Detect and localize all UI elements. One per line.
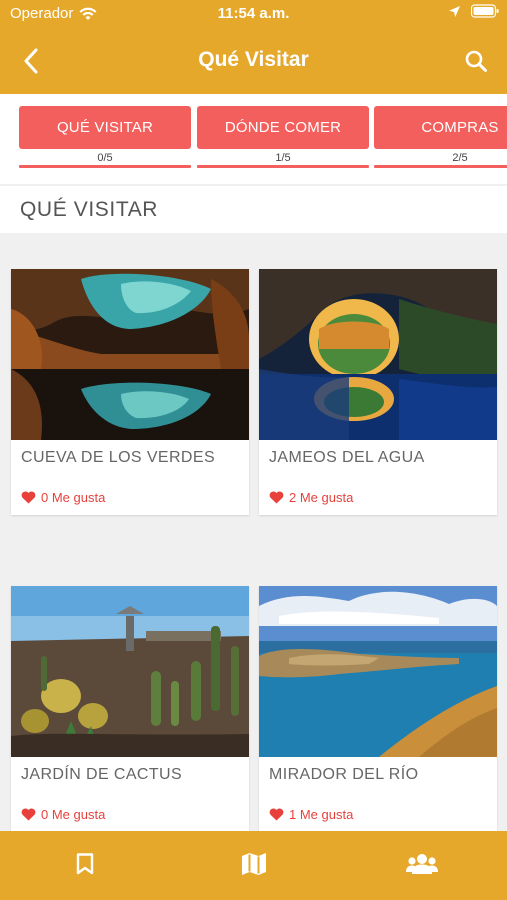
like-count: 0 Me gusta [41,807,106,822]
search-icon [465,50,487,72]
navigation-bar: Qué Visitar [0,28,507,94]
place-name: CUEVA DE LOS VERDES [21,449,216,466]
heart-icon [21,491,36,504]
tab-underline [374,165,507,168]
tab-donde-comer-progress: 1/5 [275,152,291,164]
battery-icon [471,4,499,18]
bottom-tab-bar [0,831,507,900]
map-icon [242,853,266,875]
place-photo [259,586,497,757]
like-count: 1 Me gusta [289,807,354,822]
heart-icon [21,808,36,821]
place-name: MIRADOR DEL RÍO [269,766,419,783]
tab-compras-button[interactable]: COMPRAS [374,106,507,149]
status-right [448,4,499,18]
like-count: 2 Me gusta [289,490,354,505]
like-counter[interactable]: 0 Me gusta [21,807,105,822]
place-photo [259,269,497,440]
tab-underline [19,165,191,168]
place-photo [11,586,249,757]
place-name: JAMEOS DEL AGUA [269,449,425,466]
place-name: JARDÍN DE CACTUS [21,766,183,783]
place-card-jameos-del-agua[interactable]: JAMEOS DEL AGUA 2 Me gusta [259,269,497,515]
search-button[interactable] [459,44,493,78]
section-header: QUÉ VISITAR [0,186,507,233]
people-icon [406,854,438,874]
tab-compras-progress: 2/5 [452,152,468,164]
section-title: QUÉ VISITAR [20,198,159,221]
tab-donde-comer: DÓNDE COMER 1/5 [197,106,369,168]
bookmark-icon [76,853,94,875]
tab-compras: COMPRAS 2/5 [374,106,507,168]
place-card-cueva-de-los-verdes[interactable]: CUEVA DE LOS VERDES 0 Me gusta [11,269,249,515]
place-photo [11,269,249,440]
like-counter[interactable]: 2 Me gusta [269,490,353,505]
status-bar: Operador 11:54 a.m. [0,0,507,28]
tab-que-visitar: QUÉ VISITAR 0/5 [19,106,191,168]
like-count: 0 Me gusta [41,490,106,505]
mirador-photo [259,586,497,757]
category-tabs: QUÉ VISITAR 0/5 DÓNDE COMER 1/5 COMPRAS … [0,94,507,184]
status-time: 11:54 a.m. [217,5,290,22]
page-title: Qué Visitar [198,48,309,71]
place-card-jardin-de-cactus[interactable]: JARDÍN DE CACTUS 0 Me gusta [11,586,249,831]
tab-people[interactable] [404,849,440,879]
cactus-garden-photo [11,586,249,757]
heart-icon [269,491,284,504]
tab-underline [197,165,369,168]
heart-icon [269,808,284,821]
tab-donde-comer-button[interactable]: DÓNDE COMER [197,106,369,149]
location-arrow-icon [449,5,460,17]
tab-bookmarks[interactable] [67,849,103,879]
tab-map[interactable] [236,849,272,879]
jameos-photo [259,269,497,440]
tab-que-visitar-button[interactable]: QUÉ VISITAR [19,106,191,149]
place-card-mirador-del-rio[interactable]: MIRADOR DEL RÍO 1 Me gusta [259,586,497,831]
cave-photo [11,269,249,440]
tab-que-visitar-progress: 0/5 [97,152,113,164]
like-counter[interactable]: 0 Me gusta [21,490,105,505]
like-counter[interactable]: 1 Me gusta [269,807,353,822]
places-grid: CUEVA DE LOS VERDES 0 Me gusta JAMEOS DE… [0,233,507,831]
